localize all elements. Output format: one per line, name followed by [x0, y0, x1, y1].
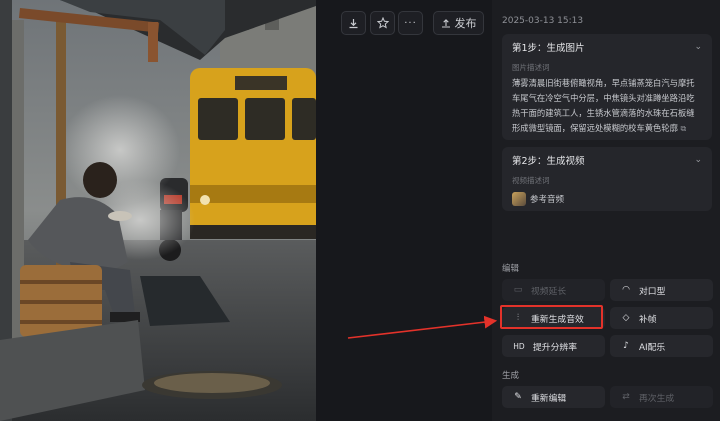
annotation-arrow	[347, 315, 498, 339]
